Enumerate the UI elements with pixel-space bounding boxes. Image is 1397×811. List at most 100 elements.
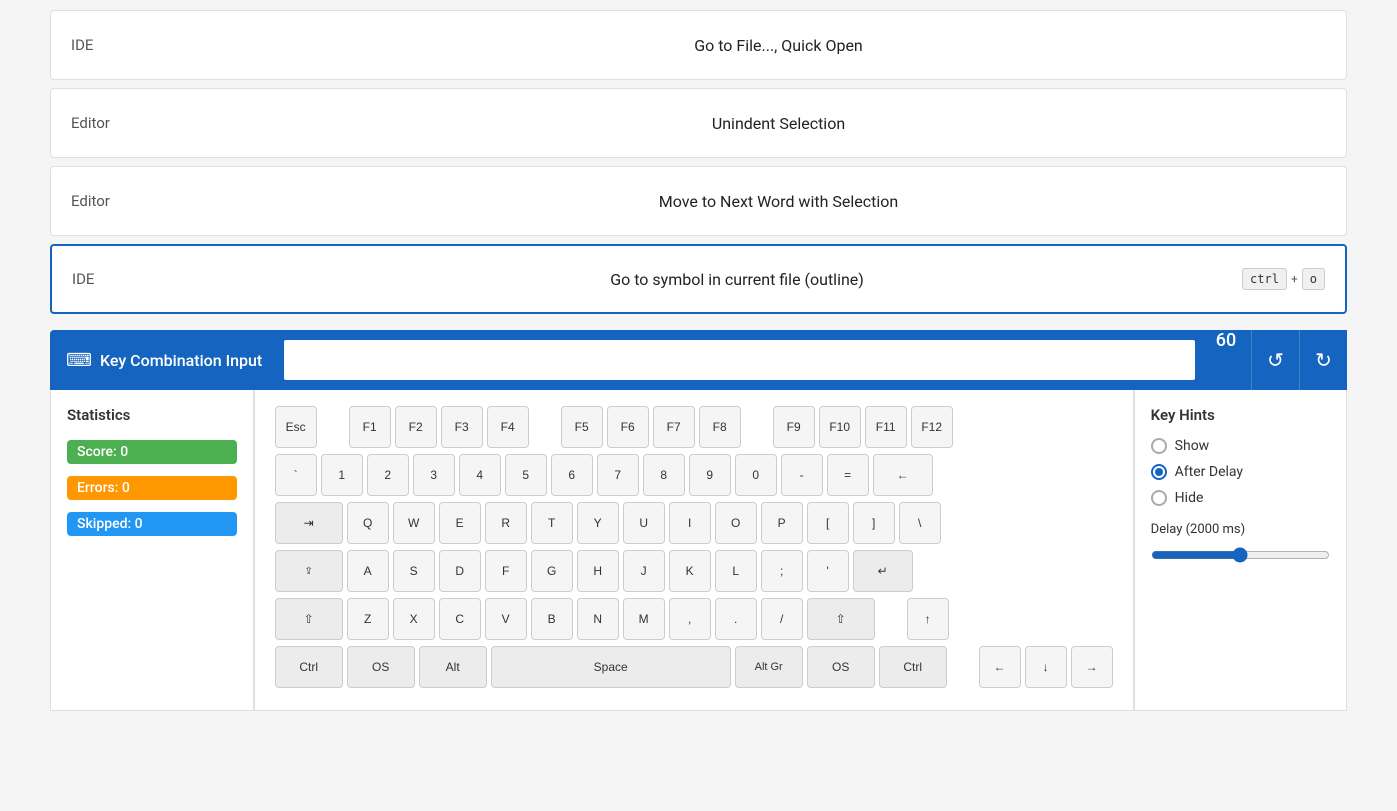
key-equals[interactable]: =: [827, 454, 869, 496]
key-b[interactable]: B: [531, 598, 573, 640]
key-lbracket[interactable]: [: [807, 502, 849, 544]
key-ctrl-left[interactable]: Ctrl: [275, 646, 343, 688]
key-q[interactable]: Q: [347, 502, 389, 544]
key-plus: +: [1291, 272, 1298, 286]
radio-hide-label: Hide: [1175, 490, 1204, 506]
key-f[interactable]: F: [485, 550, 527, 592]
key-alt-left[interactable]: Alt: [419, 646, 487, 688]
key-capslock[interactable]: ⇪: [275, 550, 343, 592]
key-alt-gr[interactable]: Alt Gr: [735, 646, 803, 688]
key-f8[interactable]: F8: [699, 406, 741, 448]
key-tab[interactable]: ⇥: [275, 502, 343, 544]
kci-input[interactable]: [282, 338, 1197, 382]
key-t[interactable]: T: [531, 502, 573, 544]
key-n[interactable]: N: [577, 598, 619, 640]
key-f11[interactable]: F11: [865, 406, 907, 448]
key-shift-right[interactable]: ⇧: [807, 598, 875, 640]
key-y[interactable]: Y: [577, 502, 619, 544]
key-i[interactable]: I: [669, 502, 711, 544]
key-x[interactable]: X: [393, 598, 435, 640]
key-f9[interactable]: F9: [773, 406, 815, 448]
key-esc[interactable]: Esc: [275, 406, 317, 448]
key-f1[interactable]: F1: [349, 406, 391, 448]
radio-after-delay[interactable]: After Delay: [1151, 464, 1330, 480]
shortcut-row-1[interactable]: IDE Go to File..., Quick Open: [50, 10, 1347, 80]
key-u[interactable]: U: [623, 502, 665, 544]
key-os-left[interactable]: OS: [347, 646, 415, 688]
kb-row-num: ` 1 2 3 4 5 6 7 8 9 0 - = ←: [275, 454, 1113, 496]
key-arrow-up[interactable]: ↑: [907, 598, 949, 640]
shortcut-row-3[interactable]: Editor Move to Next Word with Selection: [50, 166, 1347, 236]
key-l[interactable]: L: [715, 550, 757, 592]
bottom-panel: Statistics Score: 0 Errors: 0 Skipped: 0…: [50, 390, 1347, 711]
key-minus[interactable]: -: [781, 454, 823, 496]
key-f3[interactable]: F3: [441, 406, 483, 448]
key-period[interactable]: .: [715, 598, 757, 640]
key-f12[interactable]: F12: [911, 406, 953, 448]
delay-slider[interactable]: [1151, 547, 1330, 563]
key-space[interactable]: Space: [491, 646, 731, 688]
shortcut-list: IDE Go to File..., Quick Open Editor Uni…: [50, 10, 1347, 322]
key-ctrl-right[interactable]: Ctrl: [879, 646, 947, 688]
key-c[interactable]: C: [439, 598, 481, 640]
key-rbracket[interactable]: ]: [853, 502, 895, 544]
key-5[interactable]: 5: [505, 454, 547, 496]
radio-show[interactable]: Show: [1151, 438, 1330, 454]
key-slash[interactable]: /: [761, 598, 803, 640]
key-f6[interactable]: F6: [607, 406, 649, 448]
kci-undo-button[interactable]: ↺: [1251, 330, 1299, 390]
key-m[interactable]: M: [623, 598, 665, 640]
key-j[interactable]: J: [623, 550, 665, 592]
key-quote[interactable]: ': [807, 550, 849, 592]
key-o: o: [1302, 268, 1325, 290]
key-semicolon[interactable]: ;: [761, 550, 803, 592]
key-f5[interactable]: F5: [561, 406, 603, 448]
shortcut-row-4-active[interactable]: IDE Go to symbol in current file (outlin…: [50, 244, 1347, 314]
kci-redo-button[interactable]: ↻: [1299, 330, 1347, 390]
key-s[interactable]: S: [393, 550, 435, 592]
key-os-right[interactable]: OS: [807, 646, 875, 688]
key-backtick[interactable]: `: [275, 454, 317, 496]
key-a[interactable]: A: [347, 550, 389, 592]
radio-hide[interactable]: Hide: [1151, 490, 1330, 506]
shortcut-row-2[interactable]: Editor Unindent Selection: [50, 88, 1347, 158]
key-4[interactable]: 4: [459, 454, 501, 496]
key-arrow-down[interactable]: ↓: [1025, 646, 1067, 688]
key-3[interactable]: 3: [413, 454, 455, 496]
key-h[interactable]: H: [577, 550, 619, 592]
key-shift-left[interactable]: ⇧: [275, 598, 343, 640]
key-f10[interactable]: F10: [819, 406, 861, 448]
key-comma[interactable]: ,: [669, 598, 711, 640]
stat-skipped: Skipped: 0: [67, 512, 237, 536]
key-6[interactable]: 6: [551, 454, 593, 496]
key-e[interactable]: E: [439, 502, 481, 544]
key-k[interactable]: K: [669, 550, 711, 592]
key-f2[interactable]: F2: [395, 406, 437, 448]
key-z[interactable]: Z: [347, 598, 389, 640]
key-g[interactable]: G: [531, 550, 573, 592]
shortcut-context-2: Editor: [71, 114, 231, 132]
radio-show-label: Show: [1175, 438, 1210, 454]
key-p[interactable]: P: [761, 502, 803, 544]
key-7[interactable]: 7: [597, 454, 639, 496]
key-enter[interactable]: ↵: [853, 550, 913, 592]
key-r[interactable]: R: [485, 502, 527, 544]
key-f4[interactable]: F4: [487, 406, 529, 448]
hints-title: Key Hints: [1151, 406, 1330, 424]
key-d[interactable]: D: [439, 550, 481, 592]
key-2[interactable]: 2: [367, 454, 409, 496]
key-v[interactable]: V: [485, 598, 527, 640]
key-backspace[interactable]: ←: [873, 454, 933, 496]
key-o[interactable]: O: [715, 502, 757, 544]
key-f7[interactable]: F7: [653, 406, 695, 448]
radio-hide-circle: [1151, 490, 1167, 506]
key-9[interactable]: 9: [689, 454, 731, 496]
key-1[interactable]: 1: [321, 454, 363, 496]
key-arrow-right[interactable]: →: [1071, 646, 1113, 688]
shortcut-context-4: IDE: [72, 270, 232, 288]
key-8[interactable]: 8: [643, 454, 685, 496]
key-0[interactable]: 0: [735, 454, 777, 496]
key-w[interactable]: W: [393, 502, 435, 544]
key-backslash[interactable]: \: [899, 502, 941, 544]
key-arrow-left[interactable]: ←: [979, 646, 1021, 688]
